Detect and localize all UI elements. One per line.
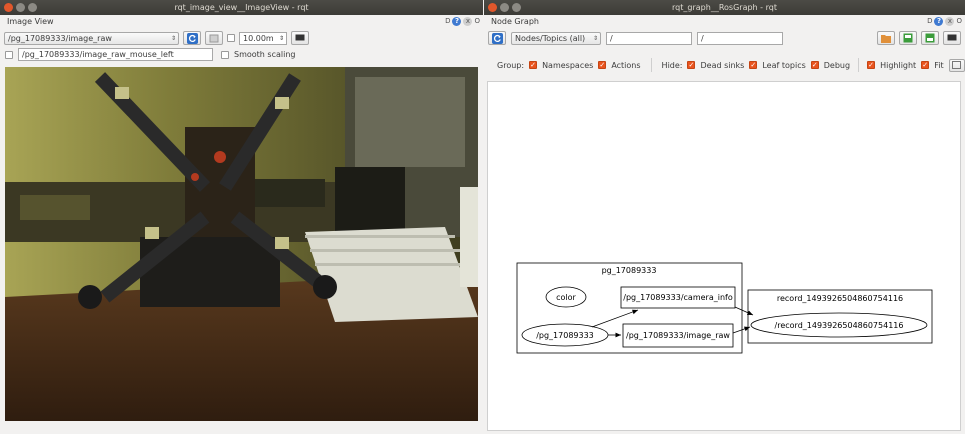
timeout-value: 10.00m xyxy=(243,33,274,43)
chevron-updown-icon: ⇕ xyxy=(592,34,598,42)
monitor-icon xyxy=(947,34,957,41)
help-icon[interactable]: ? xyxy=(934,17,944,26)
topic-camera-info-label: /pg_17089333/camera_info xyxy=(623,293,733,302)
edge-image-raw-record xyxy=(732,326,751,334)
refresh-button[interactable] xyxy=(183,31,201,45)
dead-sinks-checkbox[interactable]: ✓ xyxy=(687,61,696,69)
spin-arrows-icon[interactable]: ⇕ xyxy=(279,33,284,44)
mouse-publish-checkbox[interactable] xyxy=(5,50,13,59)
cluster-record-label: record_1493926504860754116 xyxy=(777,294,903,303)
help-icon[interactable]: ? xyxy=(452,17,462,26)
dock-d-button[interactable]: D xyxy=(445,17,450,26)
debug-checkbox[interactable]: ✓ xyxy=(810,61,819,69)
dock-close-icon[interactable]: x xyxy=(945,17,955,26)
titlebar: rqt_graph__RosGraph - rqt xyxy=(484,0,965,15)
leaf-topics-checkbox[interactable]: ✓ xyxy=(749,61,758,69)
refresh-graph-button[interactable] xyxy=(488,31,506,45)
topic-select[interactable]: /pg_17089333/image_raw ⇕ xyxy=(4,31,179,45)
image-toolbar: /pg_17089333/image_raw ⇕ 10.00m ⇕ xyxy=(4,31,309,45)
node-graph-canvas[interactable]: pg_17089333 color /pg_17089333 /pg_17089… xyxy=(487,81,961,431)
save-image-button[interactable] xyxy=(205,31,223,45)
window-title: rqt_graph__RosGraph - rqt xyxy=(672,3,777,12)
folder-icon xyxy=(881,34,891,43)
timeout-checkbox[interactable] xyxy=(227,34,235,42)
window-title: rqt_image_view__ImageView - rqt xyxy=(174,3,309,12)
camera-image[interactable] xyxy=(5,67,478,421)
topic-image-raw-label: /pg_17089333/image_raw xyxy=(626,331,730,340)
smooth-scaling-label: Smooth scaling xyxy=(234,50,296,59)
edge-camera-info-record xyxy=(734,306,754,316)
node-filter-input[interactable]: / xyxy=(606,31,692,45)
highlight-label: Highlight xyxy=(880,60,917,70)
camera-image-picture xyxy=(5,67,478,421)
fit-checkbox[interactable]: ✓ xyxy=(921,61,930,69)
monitor-icon xyxy=(295,34,305,41)
cluster-pg-label: pg_17089333 xyxy=(602,266,657,275)
titlebar: rqt_image_view__ImageView - rqt xyxy=(0,0,483,15)
dock-header: Node Graph D ? x O xyxy=(484,15,965,28)
dock-title: Image View xyxy=(7,17,54,26)
node-color-label: color xyxy=(556,293,576,302)
save-image-button[interactable] xyxy=(943,31,961,45)
topic-select-value: /pg_17089333/image_raw xyxy=(8,33,112,43)
graph-svg: pg_17089333 color /pg_17089333 /pg_17089… xyxy=(516,262,933,354)
fit-icon xyxy=(952,61,962,69)
dock-detach-button[interactable]: O xyxy=(474,17,480,26)
refresh-icon xyxy=(491,32,503,44)
namespaces-label: Namespaces xyxy=(542,60,594,70)
save-svg-button[interactable] xyxy=(921,31,939,45)
graph-file-buttons xyxy=(877,31,961,45)
rotate-button[interactable] xyxy=(291,31,309,45)
dock-detach-button[interactable]: O xyxy=(956,17,962,26)
actions-label: Actions xyxy=(611,60,641,70)
dead-sinks-label: Dead sinks xyxy=(700,60,745,70)
load-dot-button[interactable] xyxy=(877,31,895,45)
node-record-label: /record_1493926504860754116 xyxy=(775,321,904,330)
hide-label: Hide: xyxy=(661,60,683,70)
graph-type-select[interactable]: Nodes/Topics (all) ⇕ xyxy=(511,31,601,45)
topic-filter-input[interactable]: / xyxy=(697,31,783,45)
edge-pg-camera-info xyxy=(591,309,639,328)
namespaces-checkbox[interactable]: ✓ xyxy=(529,61,538,69)
actions-checkbox[interactable]: ✓ xyxy=(598,61,607,69)
save-dot-icon xyxy=(903,33,913,43)
fit-view-button[interactable] xyxy=(948,58,965,72)
divider xyxy=(858,58,860,72)
image-view-window: rqt_image_view__ImageView - rqt Image Vi… xyxy=(0,0,483,431)
smooth-scaling-checkbox[interactable] xyxy=(221,50,229,59)
refresh-icon xyxy=(186,32,198,44)
highlight-checkbox[interactable]: ✓ xyxy=(867,61,876,69)
node-pg-label: /pg_17089333 xyxy=(536,331,594,340)
dock-close-icon[interactable]: x xyxy=(463,17,473,26)
debug-label: Debug xyxy=(823,60,851,70)
timeout-spinbox[interactable]: 10.00m ⇕ xyxy=(239,31,287,45)
group-label: Group: xyxy=(497,60,525,70)
dock-header: Image View D ? x O xyxy=(0,15,483,28)
save-icon xyxy=(209,34,219,43)
mouse-toolbar: /pg_17089333/image_raw_mouse_left Smooth… xyxy=(5,48,295,61)
fit-label: Fit xyxy=(934,60,944,70)
leaf-topics-label: Leaf topics xyxy=(762,60,806,70)
divider xyxy=(650,58,652,72)
graph-options: Group: ✓ Namespaces ✓ Actions Hide: ✓ De… xyxy=(497,58,965,72)
graph-type-value: Nodes/Topics (all) xyxy=(515,33,586,43)
chevron-updown-icon: ⇕ xyxy=(170,34,176,42)
mouse-topic-input[interactable]: /pg_17089333/image_raw_mouse_left xyxy=(18,48,213,61)
save-dot-button[interactable] xyxy=(899,31,917,45)
dock-title: Node Graph xyxy=(491,17,539,26)
dock-d-button[interactable]: D xyxy=(927,17,932,26)
graph-toolbar: Nodes/Topics (all) ⇕ / / xyxy=(488,31,783,45)
save-svg-icon xyxy=(925,33,935,43)
